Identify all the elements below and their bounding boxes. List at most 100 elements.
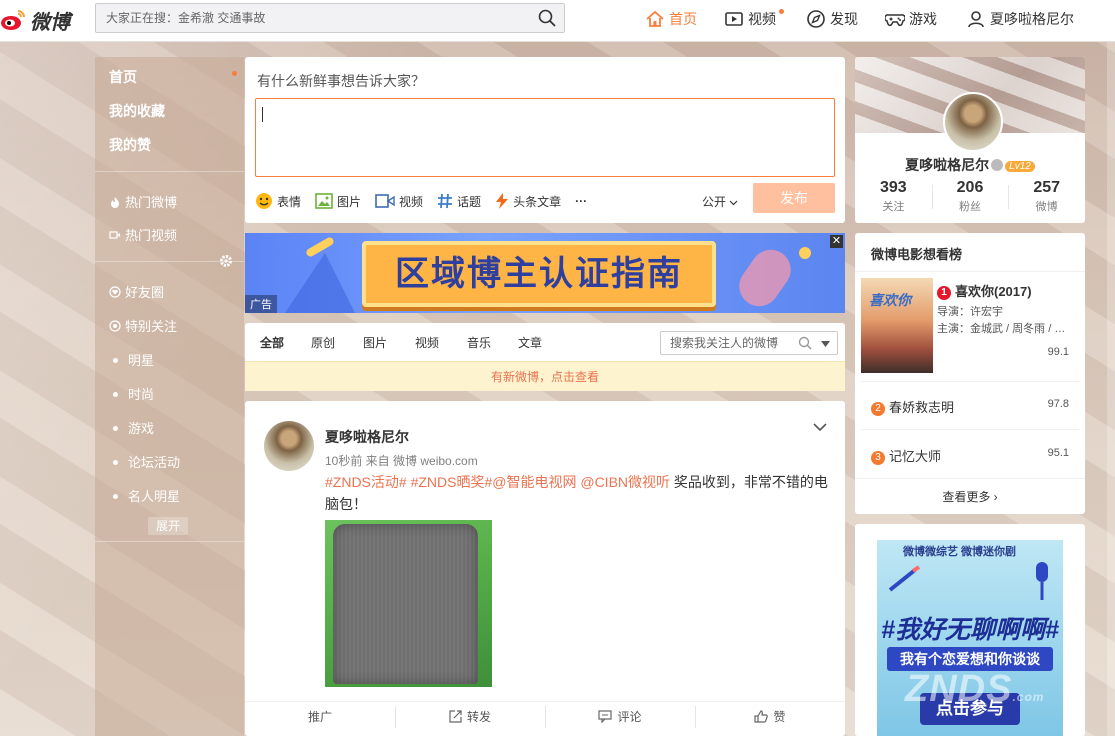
sidebar-item-friends[interactable]: 好友圈: [109, 282, 164, 301]
send-button[interactable]: 发布: [753, 183, 835, 213]
divider: [95, 261, 244, 262]
caret-down-icon[interactable]: [821, 341, 830, 347]
sidebar-item-favorites[interactable]: 我的收藏: [109, 101, 165, 121]
fire-icon: [111, 197, 119, 208]
publisher-prompt: 有什么新鲜事想告诉大家？: [257, 74, 425, 90]
weibo-stat[interactable]: 257 微博: [1008, 179, 1085, 214]
nav-home[interactable]: 首页: [645, 0, 697, 38]
search-icon[interactable]: [538, 9, 556, 27]
feed-post: 夏哆啦格尼尔 10秒前 来自 微博 weibo.com #ZNDS活动# #ZN…: [245, 401, 845, 736]
bullet-icon: [113, 358, 118, 363]
publisher-textarea[interactable]: [255, 98, 835, 177]
robot-icon[interactable]: [991, 159, 1004, 171]
chevron-down-icon[interactable]: [813, 423, 827, 432]
tab-video[interactable]: 视频: [415, 334, 439, 351]
pencil-doodle-icon: [888, 565, 921, 592]
new-dot: [779, 9, 784, 14]
sidebar-group-4[interactable]: 名人明星: [109, 486, 180, 505]
more-tools-button[interactable]: ···: [575, 194, 587, 208]
feed-search-input[interactable]: [661, 332, 791, 354]
feed-tabs-card: 全部 原创 图片 视频 音乐 文章 有新微博，点击查看: [245, 323, 845, 391]
nav-user-label: 夏哆啦格尼尔: [990, 11, 1074, 27]
nav-game-label: 游戏: [909, 11, 937, 27]
post-image[interactable]: [325, 520, 492, 687]
new-dot: [232, 71, 237, 76]
video-tool[interactable]: 视频: [375, 193, 423, 210]
post-actions: 推广 转发 评论 赞: [245, 701, 845, 731]
article-tool[interactable]: 头条文章: [495, 193, 561, 210]
ad-banner[interactable]: 区域博主认证指南 广告 ✕: [245, 233, 845, 313]
search-icon[interactable]: [798, 336, 812, 350]
sidebar-item-label: 名人明星: [128, 489, 181, 504]
following-stat[interactable]: 393 关注: [855, 179, 932, 214]
tab-original[interactable]: 原创: [311, 334, 335, 351]
topic-tool[interactable]: 话题: [437, 193, 481, 210]
sidebar-item-special[interactable]: 特别关注: [109, 316, 177, 335]
action-label: 评论: [617, 710, 642, 724]
movie-score: 95.1: [1047, 447, 1069, 459]
sidebar-item-label: 热门微博: [125, 195, 178, 210]
movie-cast: 主演：金城武 / 周冬雨 / 孙艺洲: [937, 323, 1075, 335]
tool-label: 头条文章: [513, 194, 562, 209]
expand-button[interactable]: 展开: [148, 517, 188, 535]
scrollbar[interactable]: [1107, 0, 1115, 736]
movie-ranking-title: 微博电影想看榜: [871, 247, 963, 262]
sidebar-item-hot-weibo[interactable]: 热门微博: [109, 192, 177, 211]
post-topics[interactable]: #ZNDS活动# #ZNDS晒奖#@智能电视网 @CIBN微视听: [325, 474, 670, 490]
new-weibo-notice[interactable]: 有新微博，点击查看: [245, 361, 845, 391]
emoji-tool[interactable]: 表情: [255, 192, 301, 210]
smiley-icon: [256, 193, 272, 209]
divider: [95, 171, 244, 172]
sidebar-item-likes[interactable]: 我的赞: [109, 135, 151, 155]
avatar[interactable]: [943, 92, 1003, 152]
search-input[interactable]: [96, 4, 526, 32]
nav-discover[interactable]: 发现: [806, 0, 858, 38]
promote-button[interactable]: 推广: [245, 702, 395, 731]
lightning-icon: [496, 193, 509, 209]
nav-user[interactable]: 夏哆啦格尼尔: [966, 0, 1074, 38]
close-icon[interactable]: ✕: [830, 235, 843, 248]
followers-stat[interactable]: 206 粉丝: [931, 179, 1009, 214]
see-more-link[interactable]: 查看更多 ›: [855, 488, 1085, 505]
movie-score: 97.8: [1047, 398, 1069, 410]
sidebar-group-0[interactable]: 明星: [109, 350, 154, 369]
divider: [95, 541, 244, 542]
movie-item-2[interactable]: 2 春娇救志明: [871, 397, 954, 416]
laptop-bag-image: [333, 524, 478, 684]
nav-discover-label: 发现: [830, 11, 858, 27]
sidebar-group-1[interactable]: 时尚: [109, 384, 154, 403]
tab-images[interactable]: 图片: [363, 334, 387, 351]
tab-all[interactable]: 全部: [260, 334, 284, 351]
level-badge[interactable]: Lv12: [1005, 161, 1035, 172]
movie-poster[interactable]: 喜欢你: [861, 278, 933, 373]
divider: [861, 429, 1079, 430]
weibo-logo[interactable]: 微博: [0, 5, 70, 35]
sidebar-item-label: 热门视频: [125, 228, 178, 243]
compass-icon: [807, 10, 825, 28]
nav-video-label: 视频: [748, 11, 776, 27]
top-bar: 微博 首页 视频 发现: [0, 0, 1115, 42]
nav-video[interactable]: 视频: [724, 0, 784, 38]
movie-item-3[interactable]: 3 记忆大师: [871, 446, 941, 465]
sidebar-group-3[interactable]: 论坛活动: [109, 452, 180, 471]
image-tool[interactable]: 图片: [315, 193, 361, 210]
video-icon: [725, 12, 743, 26]
post-meta[interactable]: 10秒前 来自 微博 weibo.com: [325, 452, 478, 469]
post-author[interactable]: 夏哆啦格尼尔: [325, 427, 409, 447]
profile-name-row: 夏哆啦格尼尔 Lv12: [855, 155, 1085, 175]
like-button[interactable]: 赞: [695, 702, 845, 731]
tab-article[interactable]: 文章: [518, 334, 542, 351]
visibility-select[interactable]: 公开: [702, 193, 738, 210]
poster-title: 喜欢你: [869, 292, 911, 308]
nav-game[interactable]: 游戏: [885, 0, 937, 38]
sidebar-item-label: 好友圈: [125, 285, 165, 300]
avatar[interactable]: [264, 421, 314, 471]
comment-button[interactable]: 评论: [545, 702, 695, 731]
tab-music[interactable]: 音乐: [467, 334, 491, 351]
profile-name[interactable]: 夏哆啦格尼尔: [905, 157, 989, 173]
sidebar-group-2[interactable]: 游戏: [109, 418, 154, 437]
movie-item-1[interactable]: 1 喜欢你(2017): [937, 281, 1032, 300]
sidebar-item-home[interactable]: 首页: [109, 67, 137, 87]
repost-button[interactable]: 转发: [395, 702, 545, 731]
sidebar-item-hot-video[interactable]: 热门视频: [109, 225, 177, 244]
